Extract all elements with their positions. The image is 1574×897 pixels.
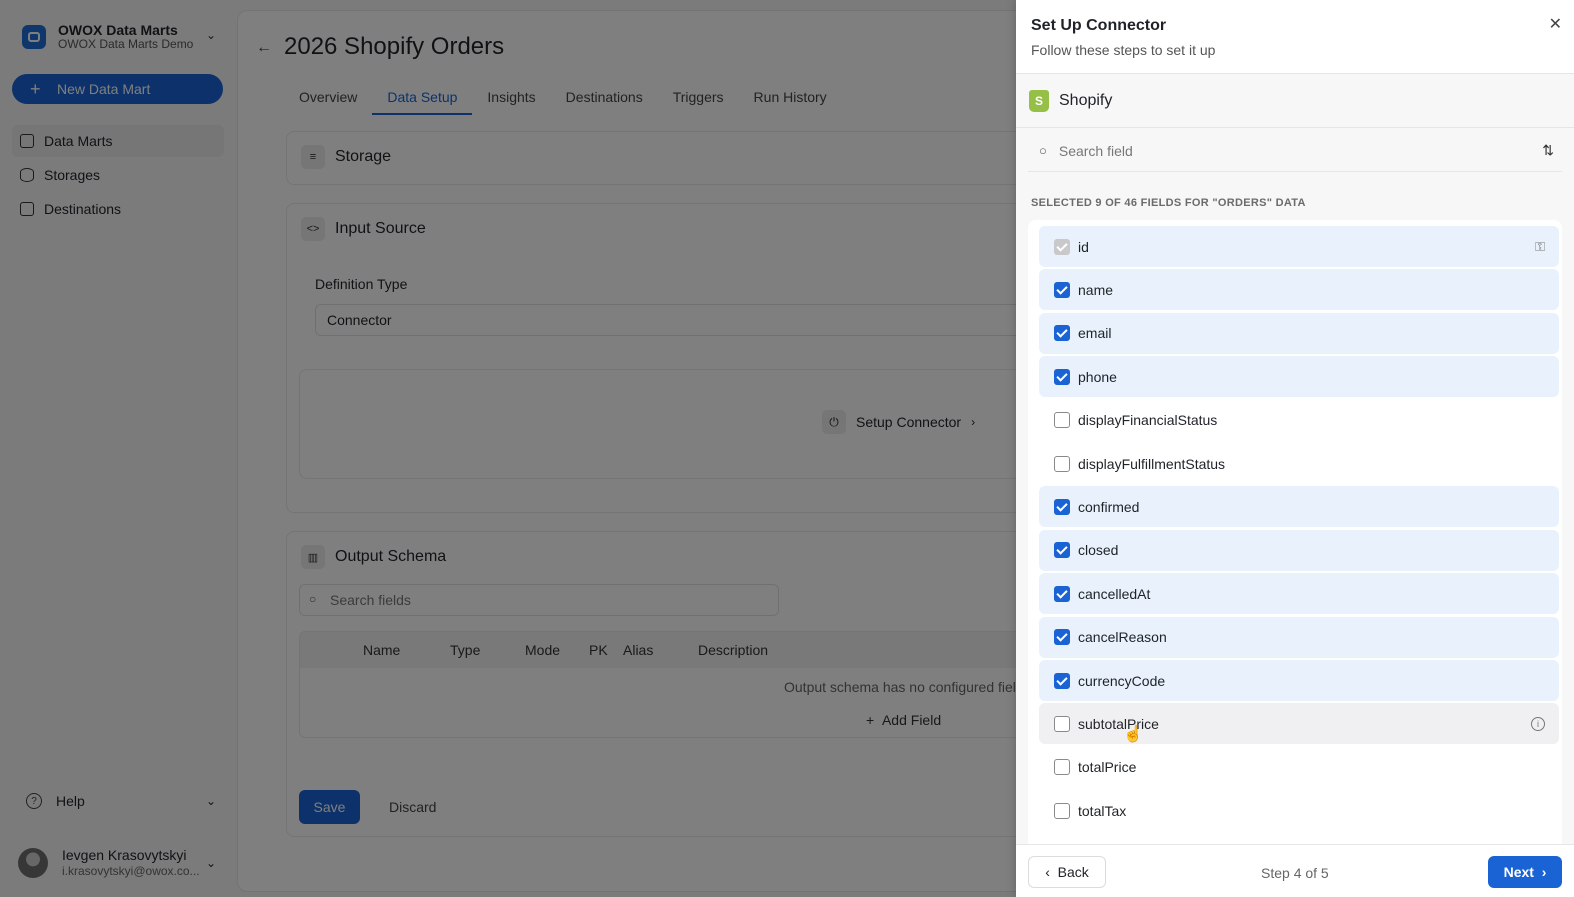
field-checkbox[interactable] <box>1054 325 1070 342</box>
pointer-cursor-icon: ☝ <box>1123 726 1143 743</box>
field-checkbox[interactable] <box>1054 498 1070 515</box>
search-icon: ○ <box>1039 143 1047 158</box>
field-row-totaltax[interactable]: totalTax <box>1039 790 1559 831</box>
field-label: displayFulfillmentStatus <box>1078 455 1226 472</box>
field-label: closed <box>1078 542 1119 559</box>
field-search-input[interactable]: ○ Search field ⇅ <box>1028 130 1562 172</box>
field-row-phone[interactable]: phone <box>1039 356 1559 398</box>
panel-subtitle: Follow these steps to set it up <box>1031 42 1216 58</box>
field-checkbox[interactable] <box>1054 672 1070 689</box>
field-row-currencycode[interactable]: currencyCode <box>1039 660 1559 701</box>
connector-name: Shopify <box>1059 91 1113 109</box>
back-button[interactable]: ‹ Back <box>1028 856 1106 888</box>
field-checkbox[interactable] <box>1054 715 1070 732</box>
field-checkbox[interactable] <box>1054 542 1070 559</box>
field-checkbox[interactable] <box>1054 585 1070 602</box>
field-row-cancelreason[interactable]: cancelReason <box>1039 616 1559 658</box>
panel-title: Set Up Connector <box>1031 17 1167 34</box>
field-label: phone <box>1078 368 1117 385</box>
field-row-id[interactable]: id ⚿ <box>1039 226 1559 267</box>
field-label: displayFinancialStatus <box>1078 412 1218 429</box>
field-checkbox[interactable] <box>1054 281 1070 298</box>
setup-connector-panel: Set Up Connector Follow these steps to s… <box>1016 0 1574 897</box>
field-label: totalTax <box>1078 802 1127 819</box>
shopify-icon: S <box>1029 89 1049 112</box>
field-checkbox[interactable] <box>1054 759 1070 776</box>
field-label: cancelledAt <box>1078 585 1151 602</box>
field-label: cancelReason <box>1078 629 1167 646</box>
sort-icon[interactable]: ⇅ <box>1542 142 1554 159</box>
field-row-email[interactable]: email <box>1039 312 1559 354</box>
field-label: currencyCode <box>1078 672 1166 689</box>
field-checkbox[interactable] <box>1054 412 1070 429</box>
field-label: name <box>1078 281 1114 298</box>
key-icon: ⚿ <box>1535 238 1545 254</box>
field-row-confirmed[interactable]: confirmed <box>1039 486 1559 528</box>
close-icon[interactable]: ✕ <box>1549 14 1562 34</box>
field-checkbox[interactable] <box>1054 368 1070 385</box>
field-row-displayfulfillmentstatus[interactable]: displayFulfillmentStatus <box>1039 443 1559 484</box>
field-row-totalprice[interactable]: totalPrice <box>1039 747 1559 788</box>
panel-footer: ‹ Back Step 4 of 5 Next › <box>1016 844 1574 897</box>
field-row-subtotalprice[interactable]: subtotalPrice i <box>1039 703 1559 745</box>
field-label: totalPrice <box>1078 759 1137 776</box>
selected-count-label: SELECTED 9 OF 46 FIELDS FOR "ORDERS" DAT… <box>1031 197 1306 209</box>
field-row-closed[interactable]: closed <box>1039 529 1559 571</box>
step-indicator: Step 4 of 5 <box>1261 865 1329 881</box>
connector-header: S Shopify <box>1016 74 1574 128</box>
field-row-displayfinancialstatus[interactable]: displayFinancialStatus <box>1039 400 1559 441</box>
field-checkbox[interactable] <box>1054 629 1070 646</box>
field-label: email <box>1078 325 1112 342</box>
field-checkbox[interactable] <box>1054 802 1070 819</box>
field-row-name[interactable]: name <box>1039 269 1559 311</box>
field-checkbox[interactable] <box>1054 455 1070 472</box>
field-checkbox <box>1054 238 1070 255</box>
next-button[interactable]: Next › <box>1488 856 1562 888</box>
field-label: confirmed <box>1078 498 1140 515</box>
info-icon[interactable]: i <box>1531 716 1545 731</box>
field-row-cancelledat[interactable]: cancelledAt <box>1039 573 1559 615</box>
field-label: subtotalPrice <box>1078 715 1159 732</box>
field-list: id ⚿ name email phone displayFinancialStatus d… <box>1028 220 1562 844</box>
field-label: id <box>1078 238 1089 255</box>
